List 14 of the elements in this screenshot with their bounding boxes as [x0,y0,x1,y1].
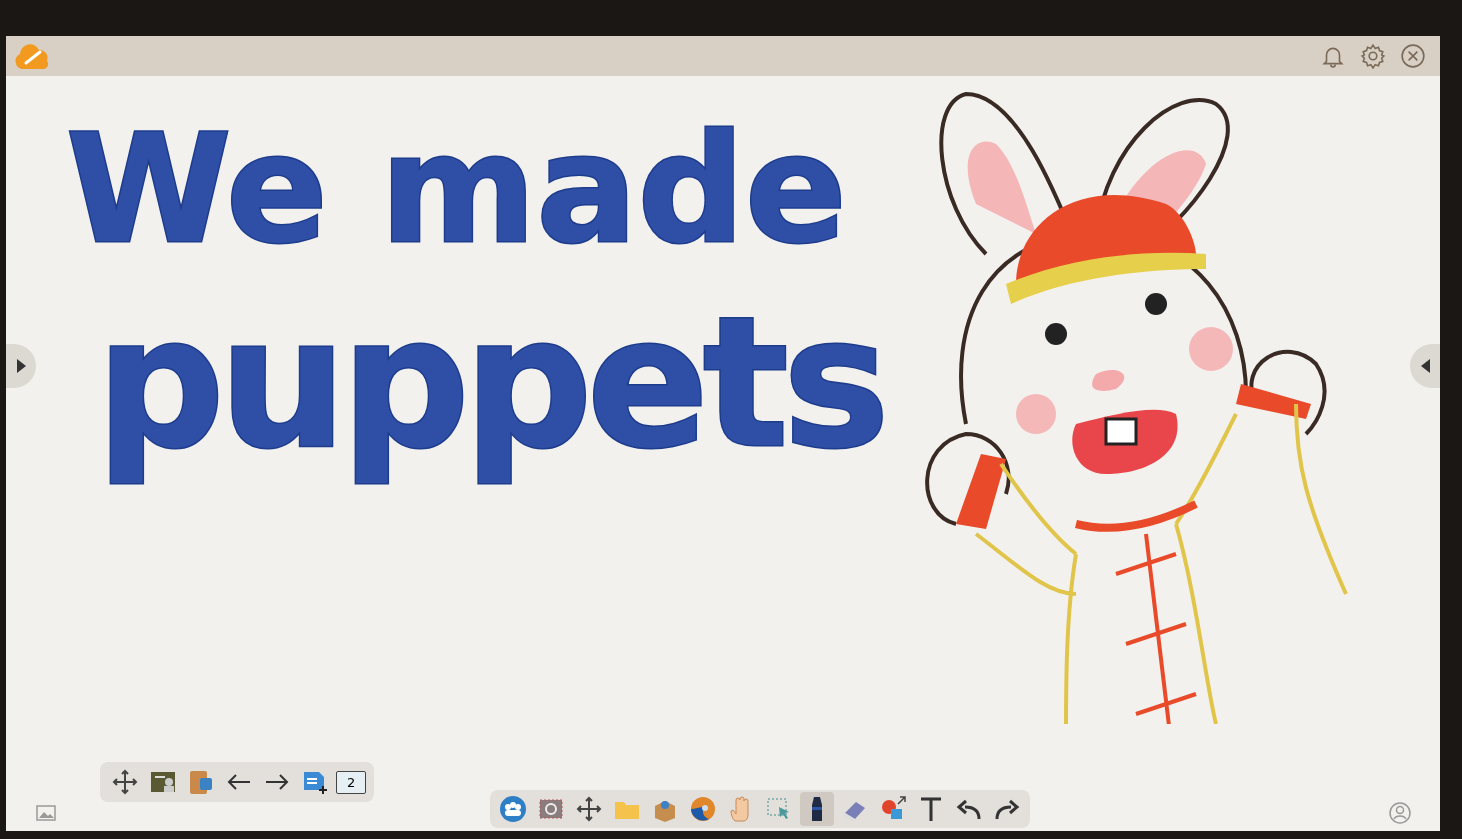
settings-icon[interactable] [1360,43,1386,69]
user-icon[interactable] [1388,801,1412,825]
tool-button[interactable] [800,792,834,826]
handwritten-title: puppets [96,283,884,482]
clipboard-icon [187,768,215,796]
close-icon[interactable] [1400,43,1426,69]
move-icon [111,768,139,796]
move-icon [575,795,603,823]
globe-icon [689,795,717,823]
previous-page-button[interactable] [6,344,36,388]
handwritten-title: We made [66,101,847,278]
page-number-button[interactable]: 2 [336,770,367,794]
people-icon [499,795,527,823]
next-page-button[interactable] [1410,344,1440,388]
